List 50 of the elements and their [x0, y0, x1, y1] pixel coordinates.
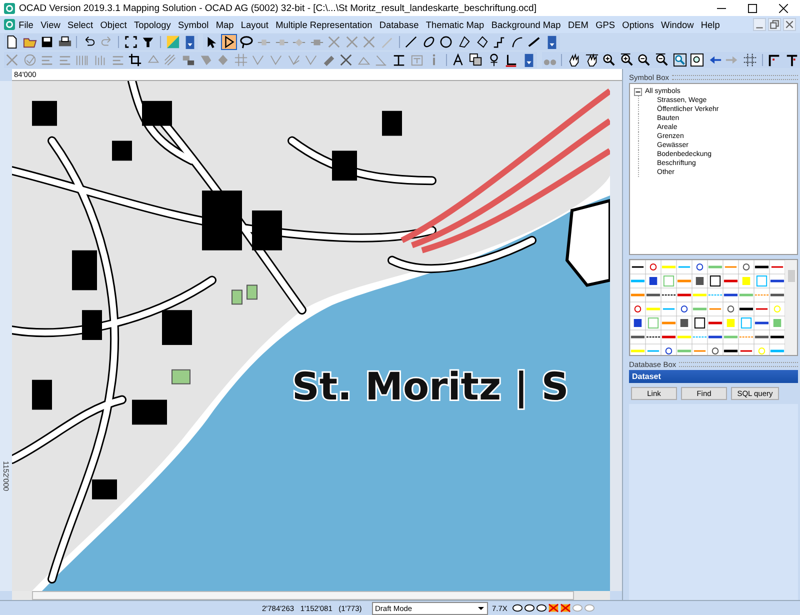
menu-item[interactable]: Symbol [174, 20, 212, 30]
close-icon[interactable] [779, 4, 788, 12]
symbol-palette-drawing[interactable] [630, 260, 785, 355]
menu-item[interactable]: File [15, 20, 37, 30]
menu-item[interactable]: Multiple Representation [272, 20, 376, 30]
crossed-icon[interactable] [548, 603, 559, 613]
straight-line-icon[interactable] [403, 34, 420, 50]
grid-icon[interactable] [742, 52, 758, 68]
zoom-area-icon[interactable] [672, 52, 688, 68]
menu-item[interactable]: Help [697, 20, 724, 30]
zoom-out-icon[interactable] [654, 52, 670, 68]
app-logo-icon [4, 19, 15, 30]
menu-item[interactable]: Layout [237, 20, 272, 30]
copy-icon[interactable] [468, 52, 484, 68]
menu-item[interactable]: Object [96, 20, 130, 30]
menu-item[interactable]: Map [212, 20, 238, 30]
dataset-header: Dataset [629, 370, 798, 383]
menu-item[interactable]: DEM [564, 20, 592, 30]
menu-item[interactable]: Thematic Map [422, 20, 488, 30]
map-label: St. Moritz | S [292, 364, 569, 409]
menu-item[interactable]: Select [64, 20, 97, 30]
crossed-icon[interactable] [560, 603, 571, 613]
menu-item[interactable]: Database [376, 20, 422, 30]
menu-item[interactable]: GPS [592, 20, 619, 30]
circle-icon[interactable] [438, 34, 454, 50]
menu-item[interactable]: Window [657, 20, 698, 30]
vertical-scrollbar[interactable] [785, 260, 797, 355]
vertical-scrollbar[interactable] [610, 81, 622, 591]
color-palette-icon[interactable] [164, 34, 181, 50]
restore-icon[interactable] [768, 18, 781, 31]
maximize-icon[interactable] [748, 4, 757, 12]
edit-point-icon[interactable] [220, 34, 237, 50]
full-screen-icon[interactable] [122, 34, 139, 50]
lasso-icon[interactable] [238, 34, 254, 50]
zoom-in-icon[interactable] [601, 52, 618, 68]
hand-icon[interactable] [584, 52, 600, 68]
zoom-in-icon[interactable] [618, 52, 635, 68]
app-logo-icon [4, 2, 15, 14]
zoom-page-icon[interactable] [689, 52, 706, 68]
menu-item[interactable]: Topology [130, 20, 174, 30]
check-circle-icon[interactable] [22, 52, 38, 68]
caret-icon [477, 604, 485, 612]
collapse-icon[interactable] [634, 88, 642, 96]
menu-item[interactable]: Background Map [488, 20, 564, 30]
menu-item[interactable]: View [37, 20, 64, 30]
window-title: OCAD Version 2019.3.1 Mapping Solution - OCAD AG (5002) 32-bit - [C:\...\St Moritz_result_landeskarte_beschriftung.ocd] [19, 2, 538, 14]
crop-icon[interactable] [127, 52, 144, 68]
zoom-out-icon[interactable] [636, 52, 652, 68]
menu-item[interactable]: Options [618, 20, 658, 30]
horizontal-scrollbar[interactable] [12, 591, 610, 600]
